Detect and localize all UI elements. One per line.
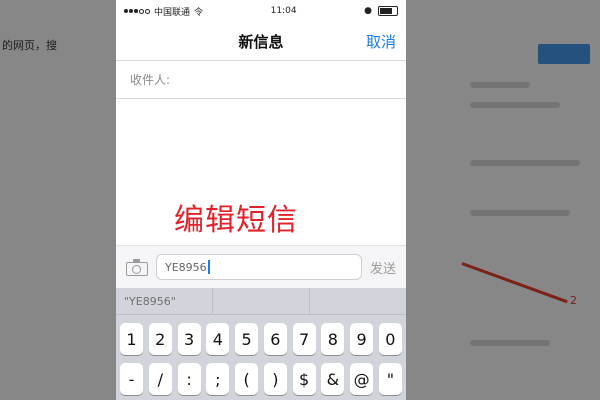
send-button[interactable]: 发送 [370, 258, 396, 277]
key[interactable]: 0 [378, 323, 402, 355]
key[interactable]: / [148, 363, 172, 395]
signal-icon [124, 8, 150, 14]
key[interactable]: 9 [350, 323, 374, 355]
lock-icon: ● [364, 6, 372, 16]
key[interactable]: : [177, 363, 201, 395]
key[interactable]: 1 [120, 323, 143, 355]
compose-bar: YE8956 发送 [116, 245, 406, 288]
key[interactable]: 2 [148, 323, 172, 355]
suggestion-item[interactable]: "YE8956" [116, 288, 213, 314]
suggestion-item[interactable] [213, 288, 310, 314]
camera-icon[interactable] [126, 259, 148, 276]
page-title: 新信息 [238, 32, 284, 51]
key[interactable]: $ [292, 363, 316, 395]
key[interactable]: ) [263, 363, 287, 395]
key[interactable]: 4 [206, 323, 230, 355]
wifi-icon: 令 [194, 7, 204, 18]
key[interactable]: 8 [321, 323, 345, 355]
recipient-input[interactable] [170, 71, 406, 88]
key[interactable]: " [378, 363, 402, 395]
key[interactable]: 5 [235, 323, 259, 355]
recipient-row[interactable]: 收件人: [116, 61, 406, 99]
cancel-button[interactable]: 取消 [366, 31, 396, 52]
key[interactable]: - [120, 363, 143, 395]
message-input[interactable]: YE8956 [156, 254, 362, 280]
suggestion-bar: "YE8956" [116, 288, 406, 315]
suggestion-item[interactable] [310, 288, 406, 314]
key[interactable]: 7 [292, 323, 316, 355]
annotation-text: 编辑短信 [174, 203, 298, 238]
key[interactable]: & [321, 363, 345, 395]
navigation-bar: 新信息 取消 [116, 22, 406, 61]
phone-screen: 中国联通 令 11:04 ● 新信息 取消 收件人: 编辑短信 YE8956 发… [116, 0, 406, 400]
key[interactable]: 6 [263, 323, 287, 355]
symbol-key-row: - / : ; ( ) $ & @ " [116, 363, 406, 395]
keyboard: "YE8956" 1 2 3 4 5 6 7 8 9 0 - / : ; ( )… [116, 288, 406, 400]
message-input-text: YE8956 [165, 260, 207, 274]
key[interactable]: @ [350, 363, 374, 395]
status-time: 11:04 [270, 6, 297, 16]
status-bar: 中国联通 令 11:04 ● [116, 0, 406, 22]
carrier-name: 中国联通 [154, 7, 191, 18]
number-key-row: 1 2 3 4 5 6 7 8 9 0 [116, 323, 406, 355]
recipient-label: 收件人: [130, 73, 171, 87]
text-caret [207, 260, 210, 274]
message-thread-area: 编辑短信 [116, 99, 406, 245]
key[interactable]: ; [206, 363, 230, 395]
key[interactable]: ( [235, 363, 259, 395]
battery-icon [377, 6, 398, 16]
key[interactable]: 3 [177, 323, 201, 355]
